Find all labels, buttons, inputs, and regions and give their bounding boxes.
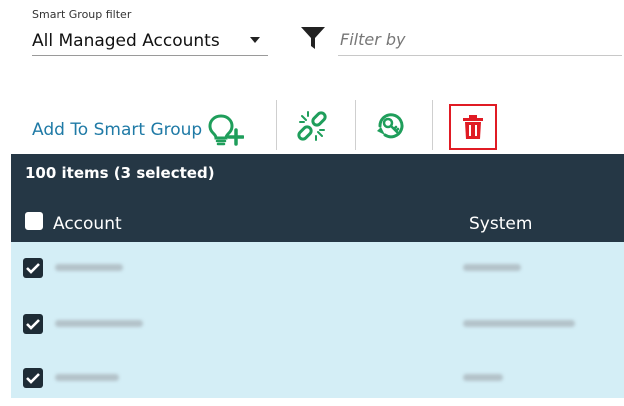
filter-input[interactable]: Filter by bbox=[338, 24, 622, 56]
row-checkbox[interactable] bbox=[23, 368, 43, 388]
trash-icon bbox=[463, 115, 483, 139]
filter-icon[interactable] bbox=[300, 26, 326, 50]
toolbar-separator bbox=[432, 100, 433, 150]
key-rotate-icon[interactable] bbox=[375, 110, 407, 142]
row-checkbox[interactable] bbox=[23, 314, 43, 334]
redacted-system bbox=[463, 320, 575, 327]
checkmark-icon bbox=[26, 319, 40, 330]
grid-header: 100 items (3 selected) Account System bbox=[11, 154, 624, 242]
select-all-checkbox[interactable] bbox=[25, 212, 43, 230]
redacted-account bbox=[55, 320, 143, 327]
column-header-account[interactable]: Account bbox=[53, 214, 122, 234]
lightbulb-add-icon bbox=[208, 114, 245, 146]
unlink-icon[interactable] bbox=[296, 110, 328, 142]
smart-group-dropdown[interactable]: All Managed Accounts bbox=[32, 26, 268, 56]
column-header-system[interactable]: System bbox=[469, 214, 532, 234]
table-row[interactable] bbox=[11, 242, 624, 296]
checkmark-icon bbox=[26, 373, 40, 384]
redacted-account bbox=[55, 264, 123, 271]
chevron-down-icon bbox=[250, 37, 260, 43]
toolbar-separator bbox=[355, 100, 356, 150]
smart-group-label: Smart Group filter bbox=[32, 8, 132, 21]
filter-placeholder: Filter by bbox=[340, 30, 406, 49]
add-to-smart-group-button[interactable]: Add To Smart Group bbox=[32, 112, 245, 148]
grid-body bbox=[11, 242, 624, 398]
add-to-smart-group-label: Add To Smart Group bbox=[32, 120, 203, 140]
smart-group-value: All Managed Accounts bbox=[32, 30, 220, 51]
redacted-system bbox=[463, 374, 503, 381]
redacted-system bbox=[463, 264, 521, 271]
delete-button[interactable] bbox=[449, 104, 497, 150]
redacted-account bbox=[55, 374, 119, 381]
row-checkbox[interactable] bbox=[23, 258, 43, 278]
checkmark-icon bbox=[26, 263, 40, 274]
table-row[interactable] bbox=[11, 298, 624, 352]
toolbar-separator bbox=[276, 100, 277, 150]
item-count: 100 items (3 selected) bbox=[25, 164, 215, 182]
